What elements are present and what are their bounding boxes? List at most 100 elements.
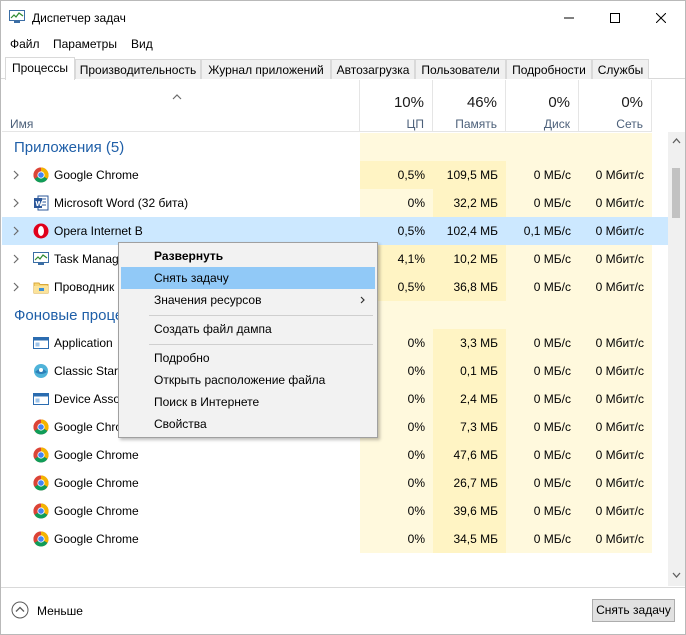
process-name: Microsoft Word (32 бита): [54, 196, 189, 210]
maximize-button[interactable]: [592, 1, 638, 34]
disk-cell: 0 МБ/с: [506, 161, 579, 189]
tab-performance[interactable]: Производительность: [75, 59, 201, 79]
scroll-up-icon[interactable]: [672, 138, 681, 144]
tab-app-history[interactable]: Журнал приложений: [201, 59, 331, 79]
chrome-icon: [33, 503, 49, 519]
expand-chevron-icon[interactable]: [12, 282, 20, 292]
task-manager-app-icon: [9, 10, 25, 23]
task-manager-icon: [33, 252, 49, 265]
end-task-button[interactable]: Снять задачу: [592, 599, 675, 622]
svg-text:W: W: [35, 200, 43, 208]
disk-total: 0%: [548, 94, 570, 111]
network-cell: 0 Мбит/с: [579, 189, 652, 217]
column-header-memory[interactable]: 46% Память: [433, 80, 506, 132]
opera-icon: [33, 223, 49, 239]
context-menu: Развернуть Снять задачу Значения ресурсо…: [118, 242, 378, 438]
title-bar[interactable]: Диспетчер задач: [1, 1, 685, 34]
menu-item-expand[interactable]: Развернуть: [121, 245, 375, 267]
group-apps-label: Приложения (5): [14, 139, 125, 156]
memory-cell: 39,6 МБ: [433, 497, 506, 525]
expand-chevron-icon[interactable]: [12, 170, 20, 180]
menu-item-details[interactable]: Подробно: [121, 347, 375, 369]
menu-item-create-dump[interactable]: Создать файл дампа: [121, 318, 375, 340]
network-cell: 0 Мбит/с: [579, 441, 652, 469]
tab-strip: Процессы Производительность Журнал прило…: [1, 57, 685, 80]
group-header-apps[interactable]: Приложения (5): [2, 133, 669, 161]
menu-bar: Файл Параметры Вид: [1, 34, 685, 54]
process-row[interactable]: 0% 26,7 МБ 0 МБ/с 0 Мбит/с Google Chrome: [2, 469, 669, 497]
menu-file[interactable]: Файл: [10, 37, 40, 51]
chrome-icon: [33, 419, 49, 435]
memory-cell: 0,1 МБ: [433, 357, 506, 385]
column-header-name[interactable]: Имя: [2, 80, 360, 132]
process-row[interactable]: 0% 32,2 МБ 0 МБ/с 0 Мбит/с W Microsoft Word (…: [2, 189, 669, 217]
tab-startup[interactable]: Автозагрузка: [331, 59, 415, 79]
process-name: Opera Internet B: [54, 224, 143, 238]
scroll-down-icon[interactable]: [672, 572, 681, 578]
process-name: Google Chrome: [54, 168, 139, 182]
memory-cell: 36,8 МБ: [433, 273, 506, 301]
menu-options[interactable]: Параметры: [53, 37, 117, 51]
menu-item-search-online[interactable]: Поиск в Интернете: [121, 391, 375, 413]
column-memory-label: Память: [455, 117, 497, 131]
expand-chevron-icon[interactable]: [12, 254, 20, 264]
vertical-scrollbar[interactable]: [668, 132, 685, 586]
close-button[interactable]: [638, 1, 684, 34]
process-row[interactable]: 0% 39,6 МБ 0 МБ/с 0 Мбит/с Google Chrome: [2, 497, 669, 525]
column-disk-label: Диск: [543, 117, 570, 131]
memory-cell: 34,5 МБ: [433, 525, 506, 553]
column-name-label: Имя: [10, 117, 34, 131]
memory-cell: 3,3 МБ: [433, 329, 506, 357]
process-row[interactable]: 0% 34,5 МБ 0 МБ/с 0 Мбит/с Google Chrome: [2, 525, 669, 553]
process-name: Device Asso: [54, 392, 121, 406]
cpu-cell: 0,5%: [397, 224, 425, 238]
minimize-button[interactable]: [546, 1, 592, 34]
close-icon: [656, 12, 666, 23]
disk-cell: 0 МБ/с: [506, 357, 579, 385]
memory-total: 46%: [466, 94, 497, 111]
column-header-network[interactable]: 0% Сеть: [579, 80, 652, 132]
network-cell: 0 Мбит/с: [579, 497, 652, 525]
tab-details[interactable]: Подробности: [506, 59, 592, 79]
network-cell: 0 Мбит/с: [579, 413, 652, 441]
chrome-icon: [33, 531, 49, 547]
app-window-icon: [33, 337, 49, 349]
menu-item-end-task[interactable]: Снять задачу: [121, 267, 375, 289]
maximize-icon: [610, 12, 620, 23]
expand-chevron-icon[interactable]: [12, 198, 20, 208]
process-row[interactable]: 0,5% 109,5 МБ 0 МБ/с 0 Мбит/с Google Chrome: [2, 161, 669, 189]
disk-cell: 0 МБ/с: [506, 385, 579, 413]
process-name: Google Chrome: [54, 448, 139, 462]
tab-services[interactable]: Службы: [592, 59, 649, 79]
memory-cell: 7,3 МБ: [433, 413, 506, 441]
column-header-cpu[interactable]: 10% ЦП: [360, 80, 433, 132]
process-name: Classic Start: [54, 364, 122, 378]
word-icon: W: [34, 195, 49, 211]
network-cell: 0 Мбит/с: [579, 273, 652, 301]
menu-item-open-location[interactable]: Открыть расположение файла: [121, 369, 375, 391]
app-window-icon: [33, 393, 49, 405]
process-row[interactable]: 0,5% 102,4 МБ 0,1 МБ/с 0 Мбит/с Opera Intern…: [2, 217, 669, 245]
menu-separator: [149, 344, 373, 345]
menu-item-resource-values[interactable]: Значения ресурсов: [121, 289, 375, 311]
process-name: Google Chrome: [54, 476, 139, 490]
tab-users[interactable]: Пользователи: [415, 59, 506, 79]
expand-chevron-icon[interactable]: [12, 226, 20, 236]
cpu-total: 10%: [393, 94, 424, 111]
menu-item-properties[interactable]: Свойства: [121, 413, 375, 435]
network-total: 0%: [621, 94, 643, 111]
disk-cell: 0 МБ/с: [506, 497, 579, 525]
tab-processes[interactable]: Процессы: [5, 57, 75, 80]
cpu-cell: 0%: [360, 441, 433, 469]
memory-cell: 26,7 МБ: [433, 469, 506, 497]
fewer-details-link[interactable]: Меньше: [37, 604, 83, 618]
process-name: Google Chrome: [54, 532, 139, 546]
collapse-details-icon[interactable]: [11, 601, 29, 619]
scrollbar-thumb[interactable]: [672, 168, 680, 218]
disk-cell: 0 МБ/с: [506, 469, 579, 497]
process-row[interactable]: 0% 47,6 МБ 0 МБ/с 0 Мбит/с Google Chrome: [2, 441, 669, 469]
network-cell: 0 Мбит/с: [579, 329, 652, 357]
menu-view[interactable]: Вид: [131, 37, 153, 51]
disk-cell: 0 МБ/с: [506, 189, 579, 217]
column-header-disk[interactable]: 0% Диск: [506, 80, 579, 132]
